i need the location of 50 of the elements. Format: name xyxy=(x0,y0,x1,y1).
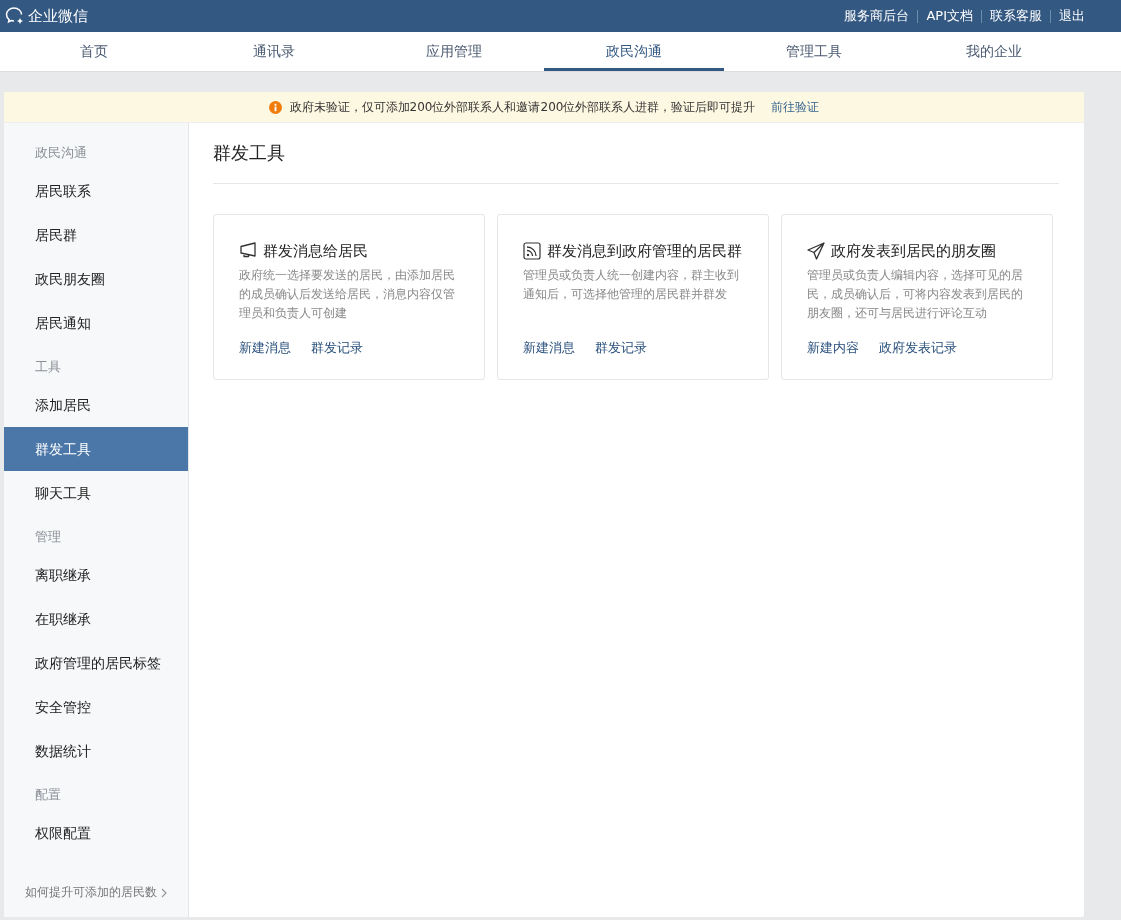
sidebar-section-title: 管理 xyxy=(34,528,62,546)
nav-tab[interactable]: 应用管理 xyxy=(364,32,544,71)
sidebar-item[interactable]: 聊天工具 xyxy=(4,471,188,515)
sidebar-item[interactable]: 政民朋友圈 xyxy=(4,257,188,301)
card-link[interactable]: 新建内容 xyxy=(807,339,859,357)
card-link[interactable]: 群发记录 xyxy=(595,339,647,357)
brand-name: 企业微信 xyxy=(28,6,88,26)
card-link[interactable]: 新建消息 xyxy=(239,339,291,357)
nav-tab[interactable]: 我的企业 xyxy=(904,32,1084,71)
sidebar-item[interactable]: 数据统计 xyxy=(4,729,188,773)
card-link[interactable]: 群发记录 xyxy=(311,339,363,357)
card-title: 群发消息给居民 xyxy=(263,241,368,262)
header-link[interactable]: 服务商后台 xyxy=(844,7,910,25)
megaphone-icon xyxy=(239,242,257,258)
nav-tab[interactable]: 管理工具 xyxy=(724,32,904,71)
card-link[interactable]: 新建消息 xyxy=(523,339,575,357)
paper-plane-icon xyxy=(807,242,825,260)
rss-icon xyxy=(523,242,541,260)
page-title: 群发工具 xyxy=(213,123,1059,184)
sidebar-item[interactable]: 安全管控 xyxy=(4,685,188,729)
header-link[interactable]: API文档 xyxy=(926,7,973,25)
card-description: 管理员或负责人编辑内容，选择可见的居民，成员确认后，可将内容发表到居民的朋友圈，还可与居民进行评论互动 xyxy=(807,267,1024,322)
card-link[interactable]: 政府发表记录 xyxy=(879,339,957,357)
sidebar-section-title: 政民沟通 xyxy=(34,144,88,162)
sidebar-item[interactable]: 离职继承 xyxy=(4,553,188,597)
sidebar-item[interactable]: 居民通知 xyxy=(4,301,188,345)
card-description: 政府统一选择要发送的居民，由添加居民的成员确认后发送给居民，消息内容仅管理员和负责人可创建 xyxy=(239,267,456,322)
sidebar-item[interactable]: 添加居民 xyxy=(4,383,188,427)
chat-bubble-logo-icon xyxy=(5,6,25,26)
sidebar-item[interactable]: 群发工具 xyxy=(4,427,188,471)
card-title: 群发消息到政府管理的居民群 xyxy=(547,241,742,262)
nav-tab[interactable]: 政民沟通 xyxy=(544,32,724,71)
card-description: 管理员或负责人统一创建内容，群主收到通知后，可选择他管理的居民群并群发 xyxy=(523,267,740,303)
sidebar-section-title: 配置 xyxy=(34,786,62,804)
sidebar-item[interactable]: 居民联系 xyxy=(4,169,188,213)
help-link[interactable]: 如何提升可添加的居民数 xyxy=(4,884,188,901)
card-title: 政府发表到居民的朋友圈 xyxy=(831,241,996,262)
sidebar-item[interactable]: 在职继承 xyxy=(4,597,188,641)
verify-link[interactable]: 前往验证 xyxy=(771,98,820,116)
sidebar-item[interactable]: 政府管理的居民标签 xyxy=(4,641,188,685)
info-icon xyxy=(268,100,282,114)
sidebar-item[interactable]: 居民群 xyxy=(4,213,188,257)
sidebar-item[interactable]: 权限配置 xyxy=(4,811,188,855)
nav-tab[interactable]: 首页 xyxy=(4,32,184,71)
chevron-right-icon xyxy=(161,887,167,898)
nav-tab[interactable]: 通讯录 xyxy=(184,32,364,71)
sidebar-section-title: 工具 xyxy=(34,358,62,376)
header-link[interactable]: 退出 xyxy=(1059,7,1085,25)
warning-text: 政府未验证，仅可添加200位外部联系人和邀请200位外部联系人进群，验证后即可提升 xyxy=(289,98,756,116)
header-link[interactable]: 联系客服 xyxy=(990,7,1042,25)
